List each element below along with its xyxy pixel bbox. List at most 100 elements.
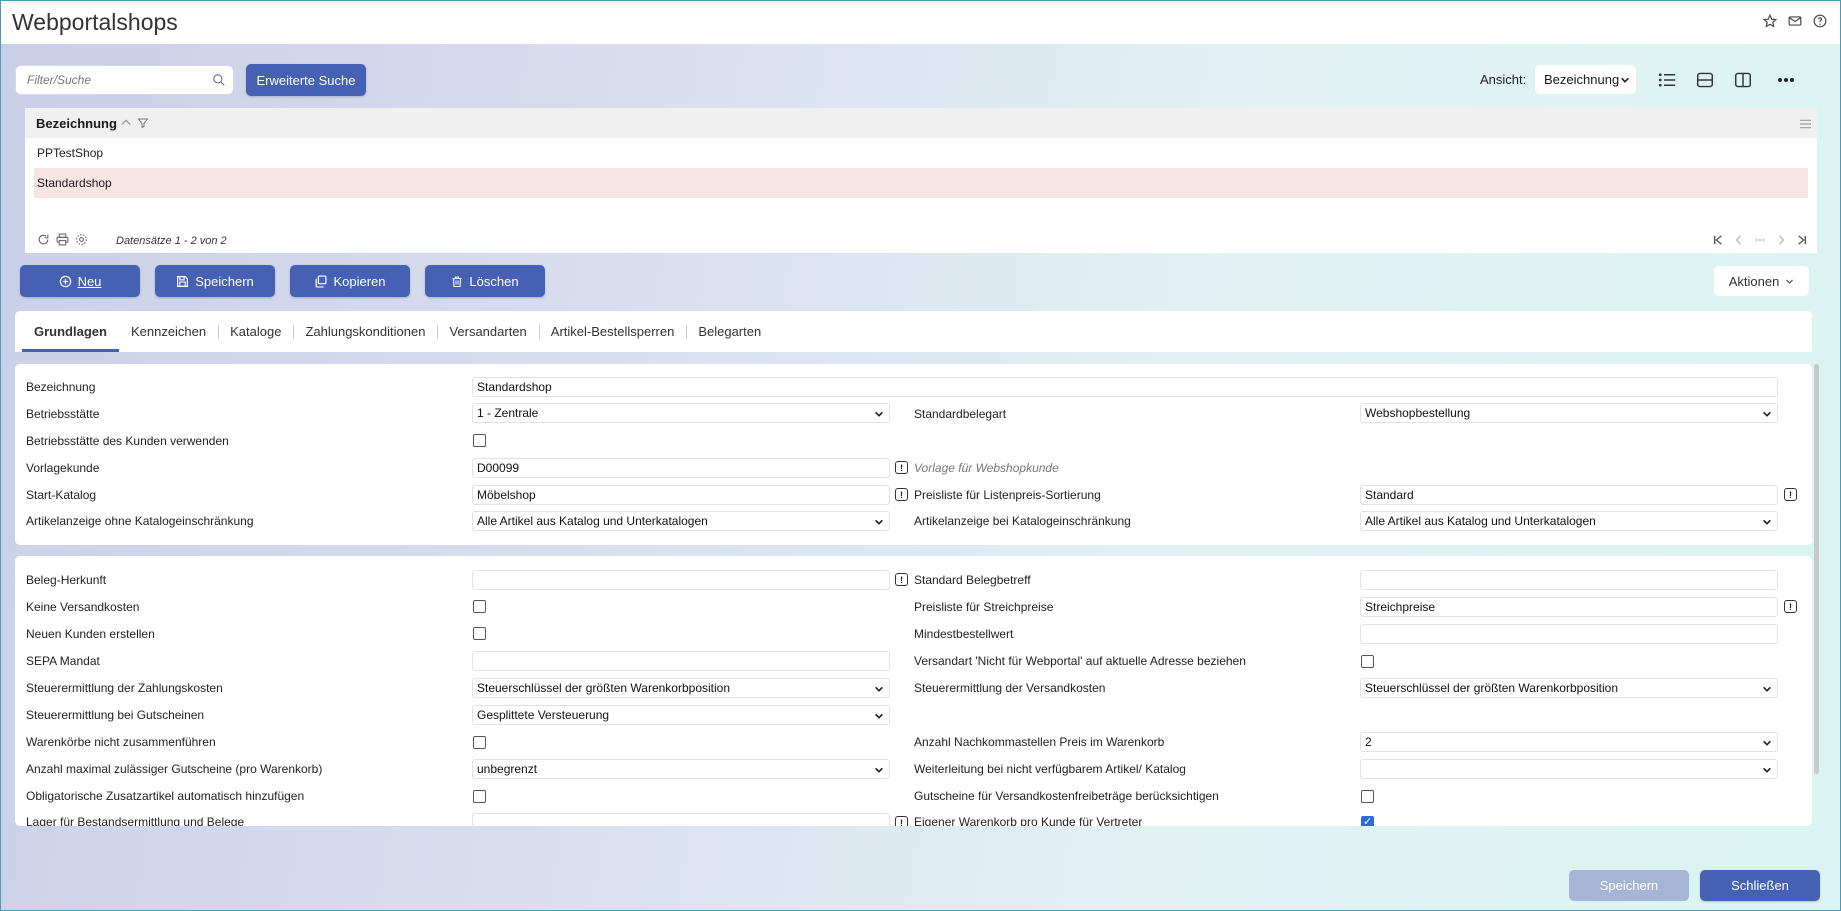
warenkoerbe-nicht-checkbox[interactable] bbox=[473, 736, 486, 749]
obligatorische-checkbox[interactable] bbox=[473, 790, 486, 803]
mindestbestellwert-label: Mindestbestellwert bbox=[914, 627, 1014, 641]
scrollbar-thumb[interactable] bbox=[1814, 364, 1819, 774]
artikelanzeige-ohne-select[interactable]: Alle Artikel aus Katalog und Unterkatalo… bbox=[472, 511, 890, 531]
lookup-icon[interactable]: ! bbox=[895, 573, 908, 586]
grid-header[interactable]: Bezeichnung bbox=[25, 108, 1817, 138]
chevron-down-icon bbox=[874, 683, 884, 697]
steuer-versandkosten-value: Steuerschlüssel der größten Warenkorbpos… bbox=[1365, 681, 1619, 695]
delete-button[interactable]: Löschen bbox=[425, 265, 545, 297]
steuer-versandkosten-select[interactable]: Steuerschlüssel der größten Warenkorbpos… bbox=[1360, 678, 1778, 698]
footer-save-button[interactable]: Speichern bbox=[1569, 870, 1689, 901]
tab-belegarten[interactable]: Belegarten bbox=[686, 311, 773, 352]
betriebsstaette-value: 1 - Zentrale bbox=[477, 406, 539, 420]
list-view-icon[interactable] bbox=[1648, 65, 1686, 94]
actions-menu-button[interactable]: Aktionen bbox=[1714, 266, 1809, 296]
settings-icon[interactable] bbox=[75, 233, 88, 249]
tab-grundlagen[interactable]: Grundlagen bbox=[22, 311, 119, 352]
more-options-icon[interactable] bbox=[1766, 65, 1806, 94]
refresh-icon[interactable] bbox=[37, 233, 50, 249]
max-gutscheine-select[interactable]: unbegrenzt bbox=[472, 759, 890, 779]
mindestbestellwert-field[interactable] bbox=[1360, 624, 1778, 644]
title-icons bbox=[1762, 13, 1828, 29]
lager-field[interactable] bbox=[472, 813, 890, 826]
table-row-selected[interactable]: Standardshop bbox=[34, 168, 1808, 198]
copy-button[interactable]: Kopieren bbox=[290, 265, 410, 297]
tab-versandarten[interactable]: Versandarten bbox=[437, 311, 538, 352]
extended-section: Beleg-Herkunft ! Standard Belegbetreff K… bbox=[15, 556, 1812, 826]
copy-button-label: Kopieren bbox=[333, 273, 386, 289]
tab-zahlungskonditionen[interactable]: Zahlungskonditionen bbox=[293, 311, 437, 352]
save-button[interactable]: Speichern bbox=[155, 265, 275, 297]
preisliste-streichpreise-value: Streichpreise bbox=[1365, 600, 1436, 614]
standard-belegbetreff-field[interactable] bbox=[1360, 570, 1778, 590]
gutscheine-versand-checkbox[interactable] bbox=[1361, 790, 1374, 803]
split-vertical-icon[interactable] bbox=[1724, 65, 1762, 94]
standardbelegart-label: Standardbelegart bbox=[914, 407, 1007, 421]
search-input[interactable] bbox=[27, 73, 207, 87]
weiterleitung-select[interactable] bbox=[1360, 759, 1778, 779]
beleg-herkunft-field[interactable] bbox=[472, 570, 890, 590]
plus-circle-icon bbox=[59, 275, 72, 288]
star-icon[interactable] bbox=[1762, 13, 1778, 29]
sepa-mandat-field[interactable] bbox=[472, 651, 890, 671]
artikelanzeige-bei-label: Artikelanzeige bei Katalogeinschränkung bbox=[914, 514, 1131, 528]
table-row[interactable]: PPTestShop bbox=[25, 138, 1807, 168]
start-katalog-value: Möbelshop bbox=[477, 488, 536, 502]
lookup-icon[interactable]: ! bbox=[1784, 600, 1797, 613]
search-icon[interactable] bbox=[212, 73, 226, 90]
max-gutscheine-value: unbegrenzt bbox=[477, 762, 538, 776]
sort-asc-icon[interactable] bbox=[121, 117, 131, 129]
keine-versandkosten-checkbox[interactable] bbox=[473, 600, 486, 613]
next-page-icon[interactable] bbox=[1776, 235, 1786, 248]
close-button[interactable]: Schließen bbox=[1700, 870, 1820, 901]
column-header-bezeichnung[interactable]: Bezeichnung bbox=[36, 116, 117, 131]
eigener-warenkorb-checkbox[interactable] bbox=[1361, 815, 1374, 826]
steuer-zahlungskosten-select[interactable]: Steuerschlüssel der größten Warenkorbpos… bbox=[472, 678, 890, 698]
standardbelegart-select[interactable]: Webshopbestellung bbox=[1360, 403, 1778, 423]
nachkommastellen-select[interactable]: 2 bbox=[1360, 732, 1778, 752]
column-menu-icon[interactable] bbox=[1800, 117, 1811, 132]
preisliste-streichpreise-field[interactable]: Streichpreise bbox=[1360, 597, 1778, 617]
save-button-label: Speichern bbox=[195, 273, 254, 289]
advanced-search-button[interactable]: Erweiterte Suche bbox=[246, 64, 366, 96]
lookup-icon[interactable]: ! bbox=[895, 461, 908, 474]
view-mode-group bbox=[1648, 65, 1762, 94]
print-icon[interactable] bbox=[56, 233, 69, 249]
lookup-icon[interactable]: ! bbox=[895, 488, 908, 501]
chevron-down-icon bbox=[874, 516, 884, 530]
tab-artikel-bestellsperren[interactable]: Artikel-Bestellsperren bbox=[538, 311, 687, 352]
first-page-icon[interactable] bbox=[1713, 235, 1723, 248]
versandart-nicht-checkbox[interactable] bbox=[1361, 655, 1374, 668]
split-horizontal-icon[interactable] bbox=[1686, 65, 1724, 94]
vorlagekunde-field[interactable]: D00099 bbox=[472, 458, 890, 478]
betriebsstaette-select[interactable]: 1 - Zentrale bbox=[472, 403, 890, 423]
chevron-down-icon bbox=[874, 764, 884, 778]
warenkoerbe-nicht-label: Warenkörbe nicht zusammenführen bbox=[26, 735, 216, 749]
prev-page-icon[interactable] bbox=[1734, 235, 1744, 248]
bezeichnung-value: Standardshop bbox=[477, 380, 552, 394]
weiterleitung-label: Weiterleitung bei nicht verfügbarem Arti… bbox=[914, 762, 1186, 776]
tab-kataloge[interactable]: Kataloge bbox=[218, 311, 293, 352]
search-box[interactable] bbox=[15, 65, 234, 95]
steuer-gutscheine-select[interactable]: Gesplittete Versteuerung bbox=[472, 705, 890, 725]
neuen-kunden-checkbox[interactable] bbox=[473, 627, 486, 640]
tab-kennzeichen[interactable]: Kennzeichen bbox=[119, 311, 218, 352]
artikelanzeige-bei-select[interactable]: Alle Artikel aus Katalog und Unterkatalo… bbox=[1360, 511, 1778, 531]
start-katalog-field[interactable]: Möbelshop bbox=[472, 485, 890, 505]
bezeichnung-field[interactable]: Standardshop bbox=[472, 377, 1778, 397]
mail-icon[interactable] bbox=[1787, 13, 1803, 29]
help-icon[interactable] bbox=[1812, 13, 1828, 29]
lookup-icon[interactable]: ! bbox=[895, 816, 908, 826]
tab-bar: Grundlagen Kennzeichen Kataloge Zahlungs… bbox=[15, 311, 1812, 352]
filter-icon[interactable] bbox=[137, 117, 149, 129]
lookup-icon[interactable]: ! bbox=[1784, 488, 1797, 501]
view-select[interactable]: Bezeichnung bbox=[1535, 65, 1636, 94]
form-scrollbar[interactable] bbox=[1813, 364, 1820, 825]
bezeichnung-label: Bezeichnung bbox=[26, 380, 96, 394]
record-count: Datensätze 1 - 2 von 2 bbox=[116, 235, 227, 247]
preisliste-listenpreis-field[interactable]: Standard bbox=[1360, 485, 1778, 505]
new-button[interactable]: Neu bbox=[20, 265, 140, 297]
betriebsstaette-kunde-checkbox[interactable] bbox=[473, 434, 486, 447]
preisliste-streichpreise-label: Preisliste für Streichpreise bbox=[914, 600, 1054, 614]
last-page-icon[interactable] bbox=[1797, 235, 1807, 248]
